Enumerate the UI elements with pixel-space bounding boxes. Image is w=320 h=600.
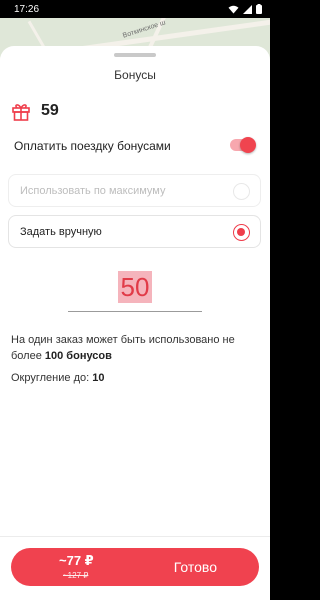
option-use-maximum-label: Использовать по максимуму xyxy=(20,185,166,197)
status-icons xyxy=(228,4,262,14)
rounding-info: Округление до: 10 xyxy=(11,372,104,384)
trip-old-price: ~127 ₽ xyxy=(63,571,89,580)
toggle-knob xyxy=(240,137,256,153)
done-button-label: Готово xyxy=(173,559,217,575)
rounding-label: Округление до: xyxy=(11,372,93,384)
signal-icon xyxy=(243,4,252,14)
pay-with-bonuses-toggle[interactable] xyxy=(230,137,256,153)
rounding-value: 10 xyxy=(92,372,105,384)
max-bonus-info: На один заказ может быть использовано не… xyxy=(11,332,261,364)
bonus-sheet: Бонусы 59 Оплатить поездку бонусами Испо… xyxy=(0,46,270,600)
option-use-maximum[interactable]: Использовать по максимуму xyxy=(8,174,261,207)
done-button[interactable]: ~77 ₽ ~127 ₽ Готово xyxy=(11,548,259,586)
wifi-icon xyxy=(228,5,239,13)
bonus-balance: 59 xyxy=(41,102,59,119)
pay-with-bonuses-label: Оплатить поездку бонусами xyxy=(14,139,171,153)
trip-price: ~77 ₽ xyxy=(59,553,94,568)
sheet-title: Бонусы xyxy=(114,68,156,82)
amount-field[interactable]: 50 xyxy=(68,266,202,312)
option-set-manually[interactable]: Задать вручную xyxy=(8,215,261,248)
footer: ~77 ₽ ~127 ₽ Готово xyxy=(0,536,270,600)
status-bar: 17:26 xyxy=(0,0,270,18)
amount-input[interactable]: 50 xyxy=(118,271,152,303)
radio-set-manually[interactable] xyxy=(233,224,250,241)
amount-underline xyxy=(68,311,202,312)
gift-icon xyxy=(12,104,30,121)
status-time: 17:26 xyxy=(14,3,40,15)
radio-use-maximum[interactable] xyxy=(233,183,250,200)
drag-handle[interactable] xyxy=(114,53,156,57)
option-set-manually-label: Задать вручную xyxy=(20,226,102,238)
max-bonus-value: 100 бонусов xyxy=(44,350,112,362)
battery-icon xyxy=(256,4,262,14)
